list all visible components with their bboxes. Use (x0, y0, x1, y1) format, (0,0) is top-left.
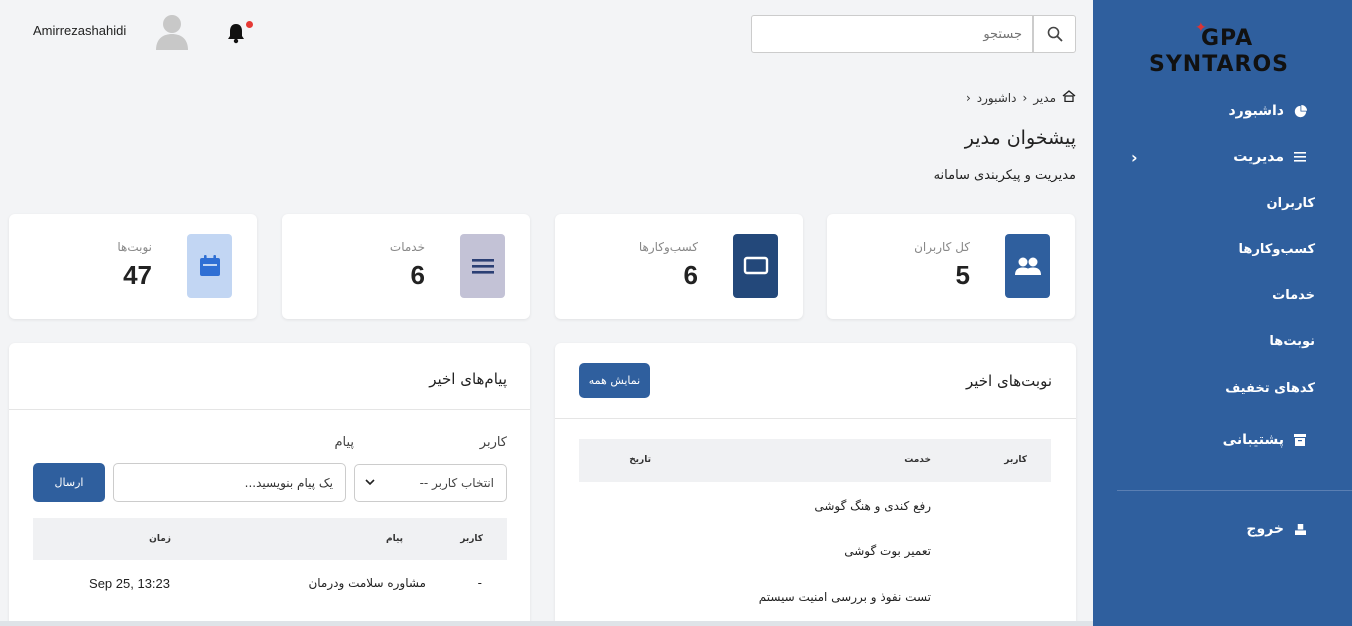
chevron-left-icon: ‹ (1022, 90, 1028, 105)
panel-title: نوبت‌های اخیر (965, 372, 1052, 390)
stat-value: 47 (123, 260, 152, 290)
stat-label: نوبت‌ها (117, 240, 152, 254)
breadcrumb-home[interactable]: مدیر (1033, 91, 1056, 105)
sidebar-item-management[interactable]: مدیریت (1093, 142, 1352, 172)
sidebar-item-businesses[interactable]: کسب‌وکارها (1093, 242, 1352, 257)
notification-badge (246, 21, 253, 28)
stat-card-appointments[interactable]: نوبت‌ها 47 (9, 214, 257, 319)
message-label: پیام (334, 435, 354, 450)
stat-value: 5 (955, 260, 970, 290)
column-header-message[interactable]: پیام (386, 534, 403, 544)
sidebar: ✦ GPA SYNTAROS داشبورد › مدیریت کاربران … (1093, 0, 1352, 626)
page-subtitle: مدیریت و پیکربندی سامانه (933, 168, 1076, 183)
chevron-left-icon: ‹ (965, 90, 971, 105)
sidebar-item-dashboard[interactable]: داشبورد (1093, 96, 1352, 126)
stat-card-services[interactable]: خدمات 6 (282, 214, 530, 319)
list-icon (460, 234, 505, 298)
message-input[interactable] (114, 464, 345, 501)
search-button[interactable] (1033, 15, 1076, 53)
page-title: پیشخوان مدیر (964, 127, 1076, 149)
table-cell-service: تعمیر بوت گوشی (844, 544, 931, 558)
table-cell-user: - (477, 576, 482, 590)
panel-divider (9, 409, 530, 410)
show-all-button[interactable]: نمایش همه (579, 363, 650, 398)
stat-value: 6 (410, 260, 425, 290)
pie-chart-icon (1292, 103, 1308, 119)
sidebar-item-logout[interactable]: خروج (1093, 514, 1352, 544)
search-input[interactable] (752, 16, 1032, 52)
table-cell-time: Sep 25, 13:23 (89, 576, 170, 591)
sidebar-item-users[interactable]: کاربران (1093, 196, 1352, 211)
stat-value: 6 (683, 260, 698, 290)
panel-title: پیام‌های اخیر (429, 370, 507, 388)
sidebar-divider (1117, 490, 1352, 491)
table-cell-service: رفع کندی و هنگ گوشی (814, 499, 931, 513)
logo[interactable]: ✦ GPA SYNTAROS (1145, 20, 1327, 78)
stat-card-users[interactable]: کل کاربران 5 (827, 214, 1075, 319)
calendar-icon (187, 234, 232, 298)
sidebar-item-label: پشتیبانی (1222, 432, 1284, 448)
sidebar-item-label: خروج (1246, 521, 1284, 537)
column-header-time[interactable]: زمان (149, 534, 171, 544)
table-header: کاربر خدمت تاریخ (579, 439, 1051, 482)
menu-icon (1292, 149, 1308, 165)
stat-label: خدمات (389, 240, 425, 254)
table-header: کاربر پیام زمان (33, 518, 507, 560)
user-label: کاربر (479, 435, 507, 450)
sidebar-item-appointments[interactable]: نوبت‌ها (1093, 334, 1352, 349)
panel-divider (555, 418, 1076, 419)
stat-card-businesses[interactable]: کسب‌وکارها 6 (555, 214, 803, 319)
column-header-user[interactable]: کاربر (460, 534, 483, 544)
column-header-user[interactable]: کاربر (1004, 455, 1027, 465)
logout-icon (1292, 521, 1308, 537)
users-icon (1005, 234, 1050, 298)
stat-label: کل کاربران (914, 240, 970, 254)
username[interactable]: Amirrezashahidi (33, 23, 126, 38)
sidebar-item-label: مدیریت (1233, 149, 1284, 165)
sidebar-item-support[interactable]: پشتیبانی (1093, 425, 1352, 455)
breadcrumb-current: داشبورد (976, 90, 1017, 105)
chevron-down-icon (365, 475, 375, 489)
message-field[interactable] (113, 463, 346, 502)
sidebar-item-discount-codes[interactable]: کدهای تخفیف (1093, 381, 1352, 396)
sidebar-item-label: داشبورد (1228, 103, 1285, 119)
send-button[interactable]: ارسال (33, 463, 105, 502)
bell-icon[interactable] (226, 22, 246, 44)
column-header-date[interactable]: تاریخ (629, 455, 651, 465)
logo-line1: GPA (1201, 26, 1254, 51)
user-select[interactable]: انتخاب کاربر -- (354, 464, 507, 502)
select-value: انتخاب کاربر -- (419, 476, 494, 490)
table-cell-message: مشاوره سلامت ودرمان (308, 576, 426, 590)
breadcrumb: مدیر ‹ داشبورد ‹ (966, 90, 1076, 105)
recent-messages-panel: پیام‌های اخیر کاربر پیام انتخاب کاربر --… (9, 343, 530, 626)
column-header-service[interactable]: خدمت (904, 455, 931, 465)
logo-line2: SYNTAROS (1149, 52, 1289, 77)
recent-appointments-panel: نوبت‌های اخیر نمایش همه کاربر خدمت تاریخ… (555, 343, 1076, 626)
avatar[interactable] (154, 12, 190, 50)
home-icon[interactable] (1062, 90, 1076, 105)
table-cell-service: تست نفوذ و بررسی امنیت سیستم (758, 590, 931, 604)
horizontal-scrollbar[interactable] (0, 621, 1093, 626)
sidebar-item-services[interactable]: خدمات (1093, 288, 1352, 303)
search-icon (1047, 26, 1063, 42)
archive-icon (1292, 432, 1308, 448)
monitor-icon (733, 234, 778, 298)
stat-label: کسب‌وکارها (638, 240, 698, 254)
search-field[interactable] (751, 15, 1033, 53)
